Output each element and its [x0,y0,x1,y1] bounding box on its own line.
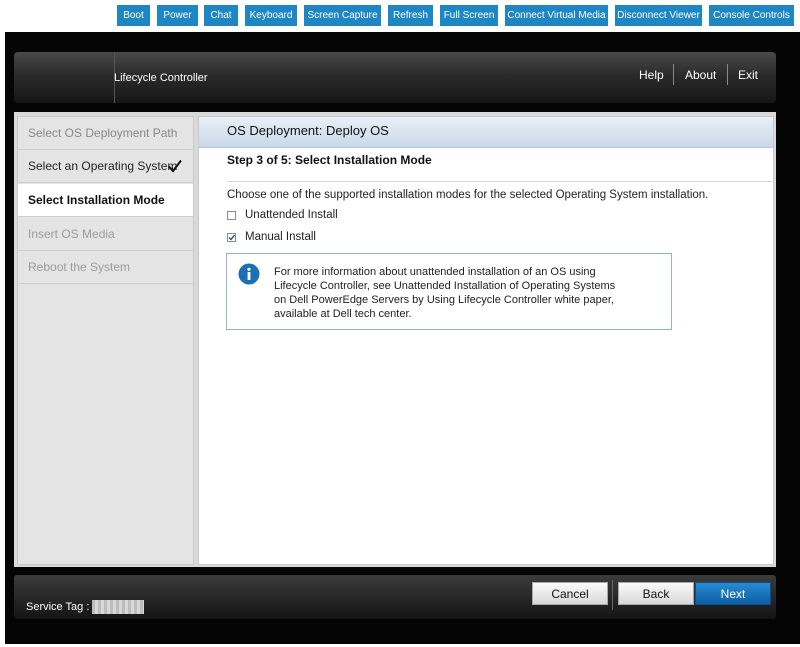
wizard-steps-sidebar: Select OS Deployment Path Select an Oper… [17,116,194,565]
step-label: Select OS Deployment Path [28,126,178,140]
full-screen-button[interactable]: Full Screen [440,5,498,26]
next-button[interactable]: Next [695,582,771,605]
info-text-line: available at Dell tech center. [274,308,412,320]
back-button[interactable]: Back [618,582,694,605]
info-text-line: For more information about unattended in… [274,266,596,278]
step-label: Select an Operating System [28,159,178,173]
exit-link[interactable]: Exit [738,68,758,82]
about-link[interactable]: About [685,68,716,82]
service-tag-value-redacted [92,600,144,614]
step-select-installation-mode[interactable]: Select Installation Mode [18,184,193,217]
app-title: Lifecycle Controller [114,72,208,84]
step-title: Step 3 of 5: Select Installation Mode [227,153,432,167]
step-select-operating-system[interactable]: Select an Operating System [18,150,193,183]
instructions-text: Choose one of the supported installation… [227,189,709,201]
disconnect-viewer-button[interactable]: Disconnect Viewer [615,5,702,26]
main-panel: OS Deployment: Deploy OS Step 3 of 5: Se… [198,116,774,565]
checkmark-icon [168,159,182,173]
brand-logo-area [14,52,115,103]
console-controls-button[interactable]: Console Controls [709,5,794,26]
service-tag-label: Service Tag : [26,601,90,613]
button-divider [612,580,613,610]
help-link[interactable]: Help [639,68,664,82]
header-divider [727,64,728,85]
info-box: For more information about unattended in… [226,253,672,330]
connect-virtual-media-button[interactable]: Connect Virtual Media [505,5,608,26]
screen-capture-button[interactable]: Screen Capture [304,5,381,26]
panel-title: OS Deployment: Deploy OS [227,123,389,138]
header-divider [673,64,674,85]
unattended-install-option[interactable]: Unattended Install [227,209,427,225]
manual-install-checkbox[interactable] [227,233,236,242]
console-toolbar: Boot Power Chat Keyboard Screen Capture … [0,0,800,32]
unattended-install-checkbox[interactable] [227,211,236,220]
option-label: Unattended Install [245,209,338,221]
refresh-button[interactable]: Refresh [388,5,433,26]
chat-button[interactable]: Chat [204,5,238,26]
step-label: Insert OS Media [28,227,115,241]
step-select-os-deployment-path[interactable]: Select OS Deployment Path [18,117,193,150]
checkbox-check-icon [228,234,236,241]
boot-button[interactable]: Boot [117,5,150,26]
cancel-button[interactable]: Cancel [532,582,608,605]
power-button[interactable]: Power [157,5,198,26]
keyboard-button[interactable]: Keyboard [245,5,297,26]
step-label: Reboot the System [28,260,131,274]
step-label: Select Installation Mode [28,193,165,207]
step-insert-os-media[interactable]: Insert OS Media [18,218,193,251]
info-icon [238,263,260,285]
panel-header: OS Deployment: Deploy OS [199,117,773,148]
info-text-line: Lifecycle Controller, see Unattended Ins… [274,280,616,292]
divider [227,181,772,182]
info-text-line: on Dell PowerEdge Servers by Using Lifec… [274,294,614,306]
step-reboot-the-system[interactable]: Reboot the System [18,251,193,284]
manual-install-option[interactable]: Manual Install [227,231,427,247]
option-label: Manual Install [245,231,316,243]
